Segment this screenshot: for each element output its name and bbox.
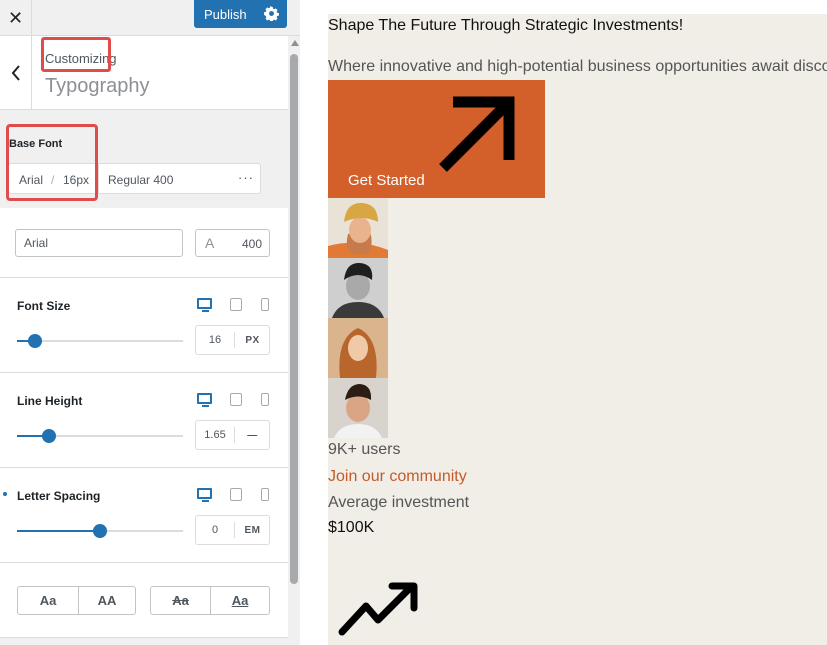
- scrollbar-thumb[interactable]: [290, 54, 298, 584]
- site-preview: Shape The Future Through Strategic Inves…: [328, 14, 827, 645]
- trending-up-icon: [338, 582, 418, 636]
- slider-handle[interactable]: [93, 524, 107, 538]
- more-options-icon[interactable]: ···: [238, 170, 254, 185]
- highlight-box: [6, 124, 98, 201]
- letter-spacing-input[interactable]: 0 EM: [195, 515, 270, 545]
- hero-heading: Shape The Future Through Strategic Inves…: [328, 17, 684, 34]
- mobile-icon[interactable]: [261, 488, 269, 501]
- chevron-left-icon: [11, 65, 20, 81]
- average-investment-label: Average investment: [328, 494, 470, 511]
- font-weight-value: 400: [241, 237, 262, 251]
- avatar: [328, 258, 388, 318]
- typography-controls: Arial A 400 Font Size 16 PX Line Height: [0, 208, 288, 638]
- publish-label: Publish: [204, 6, 247, 22]
- strikethrough-button[interactable]: Aa: [151, 587, 210, 614]
- font-family-select[interactable]: Arial: [15, 229, 183, 257]
- section-title: Typography: [45, 75, 150, 97]
- users-count: 9K+ users: [328, 441, 401, 458]
- uppercase-button[interactable]: AA: [78, 587, 135, 614]
- capitalize-button[interactable]: Aa: [18, 587, 78, 614]
- line-height-unit: —: [247, 429, 258, 441]
- base-font-weight: Regular 400: [108, 173, 174, 187]
- letter-spacing-value[interactable]: 0: [196, 516, 234, 544]
- desktop-icon[interactable]: [197, 488, 212, 502]
- letter-spacing-slider[interactable]: [17, 524, 183, 538]
- divider: [0, 372, 288, 373]
- avatar: [328, 318, 388, 378]
- gear-icon[interactable]: [264, 6, 279, 21]
- mobile-icon[interactable]: [261, 393, 269, 406]
- desktop-icon[interactable]: [197, 393, 212, 407]
- arrow-up-right-icon: [439, 96, 515, 172]
- line-height-slider[interactable]: [17, 429, 183, 443]
- divider: [98, 164, 99, 193]
- font-size-input[interactable]: 16 PX: [195, 325, 270, 355]
- join-community-link[interactable]: Join our community: [328, 468, 467, 486]
- font-size-label: Font Size: [17, 299, 71, 313]
- slider-handle[interactable]: [41, 429, 56, 443]
- changed-indicator: [3, 492, 7, 496]
- letter-spacing-label: Letter Spacing: [17, 489, 101, 503]
- avatar: [328, 198, 388, 258]
- letter-spacing-unit[interactable]: EM: [235, 516, 270, 544]
- font-size-slider[interactable]: [17, 334, 183, 348]
- underline-button[interactable]: Aa: [210, 587, 269, 614]
- line-height-label: Line Height: [17, 394, 83, 408]
- back-button[interactable]: [0, 36, 32, 110]
- average-investment-value: $100K: [328, 519, 375, 536]
- close-icon[interactable]: ✕: [0, 0, 32, 36]
- desktop-icon[interactable]: [197, 298, 212, 312]
- slider-fill: [17, 530, 100, 532]
- font-size-unit[interactable]: PX: [235, 326, 270, 354]
- customizer-sidebar: ✕ Publish Customizing Typography Base Fo…: [0, 0, 300, 645]
- text-decoration-group: Aa Aa: [150, 586, 270, 615]
- customizer-topbar: ✕ Publish: [0, 0, 300, 36]
- hero-subheading: Where innovative and high-potential busi…: [328, 58, 827, 75]
- font-weight-select[interactable]: A 400: [195, 229, 270, 257]
- divider: [0, 467, 288, 468]
- highlight-box: [41, 37, 111, 72]
- font-weight-icon: A: [205, 235, 215, 251]
- divider: [0, 277, 288, 278]
- mobile-icon[interactable]: [261, 298, 269, 311]
- tablet-icon[interactable]: [230, 393, 242, 406]
- font-size-value[interactable]: 16: [196, 326, 234, 354]
- slider-handle[interactable]: [28, 334, 43, 348]
- divider: [0, 562, 288, 563]
- scroll-up-arrow-icon[interactable]: [291, 40, 299, 46]
- text-transform-group: Aa AA: [17, 586, 136, 615]
- publish-button[interactable]: Publish: [194, 0, 287, 28]
- line-height-input[interactable]: 1.65 —: [195, 420, 270, 450]
- tablet-icon[interactable]: [230, 298, 242, 311]
- get-started-button[interactable]: Get Started: [328, 80, 545, 198]
- avatar: [328, 378, 388, 438]
- line-height-value[interactable]: 1.65: [196, 421, 234, 449]
- tablet-icon[interactable]: [230, 488, 242, 501]
- get-started-label: Get Started: [348, 172, 425, 189]
